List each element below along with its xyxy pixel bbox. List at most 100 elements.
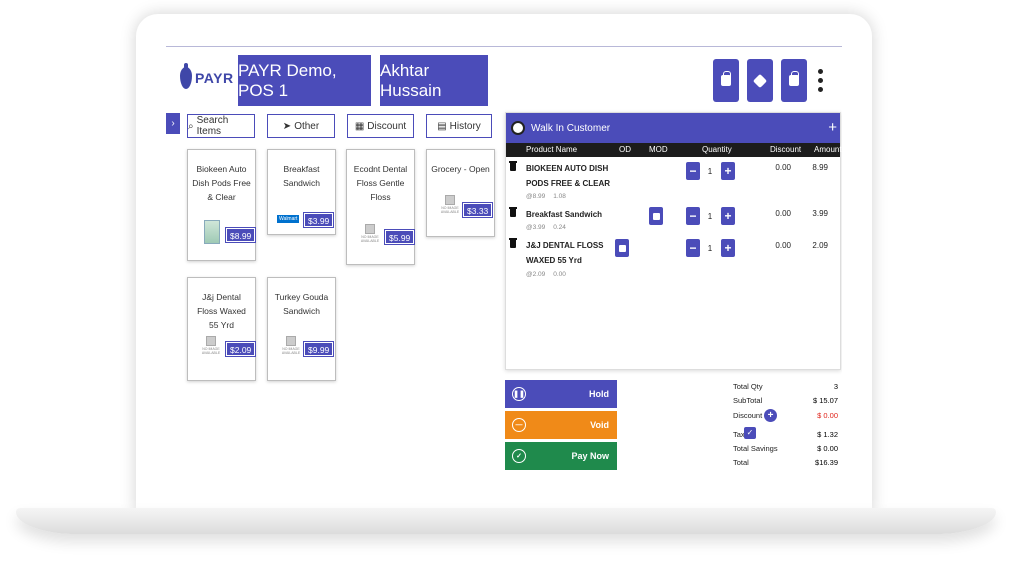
- order-discount-button[interactable]: [615, 239, 629, 257]
- qty-increase-button[interactable]: +: [721, 162, 735, 180]
- trash-icon[interactable]: [509, 207, 517, 217]
- tag-icon: [752, 73, 768, 88]
- col-mod: MOD: [649, 145, 668, 154]
- no-image-placeholder: NO IMAGE AVAILABLE: [200, 336, 222, 355]
- history-button[interactable]: ▤ History: [426, 114, 492, 138]
- product-image: [204, 220, 220, 244]
- image-placeholder-icon: [286, 336, 296, 346]
- total-qty-label: Total Qty: [733, 382, 763, 391]
- pause-icon: ❚❚: [512, 387, 526, 401]
- basket-icon: [652, 212, 660, 220]
- item-discount: 0.00: [775, 209, 791, 218]
- search-items-label: Search Items: [196, 115, 229, 137]
- bag-icon: [618, 244, 626, 252]
- lock-button[interactable]: [781, 59, 807, 102]
- item-tax: 0.00: [553, 271, 566, 278]
- image-placeholder-icon: [365, 224, 375, 234]
- subtotal-label: SubTotal: [733, 396, 763, 405]
- product-name: Turkey Gouda Sandwich: [274, 292, 329, 316]
- product-name: Biokeen Auto Dish Pods Free & Clear: [192, 164, 251, 202]
- cart-row: Breakfast Sandwich @3.99 0.24 − 1 + 0.00 …: [506, 207, 842, 237]
- product-price: $5.99: [383, 229, 416, 245]
- product-price: $3.99: [302, 212, 335, 228]
- unit-price: @8.99: [526, 193, 546, 200]
- cart-item-meta: @2.09 0.00: [526, 271, 574, 278]
- no-image-placeholder: NO IMAGE AVAILABLE: [359, 224, 381, 243]
- store-label[interactable]: PAYR Demo, POS 1: [238, 55, 371, 106]
- cart-item-name: J&J DENTAL FLOSS WAXED 55 Yrd: [526, 241, 604, 265]
- check-circle-icon: ✓: [512, 449, 526, 463]
- modifier-button[interactable]: [649, 207, 663, 225]
- item-amount: 2.09: [812, 241, 828, 250]
- chevron-right-icon: ›: [171, 118, 175, 129]
- other-button[interactable]: ➤ Other: [267, 114, 335, 138]
- item-discount: 0.00: [775, 163, 791, 172]
- search-items-button[interactable]: ⌕ Search Items: [187, 114, 255, 138]
- product-name: Ecodnt Dental Floss Gentle Floss: [353, 164, 408, 202]
- product-card[interactable]: Biokeen Auto Dish Pods Free & Clear $8.9…: [187, 149, 257, 261]
- tags-button[interactable]: [747, 59, 773, 102]
- expand-panel-button[interactable]: ›: [166, 113, 180, 134]
- customer-bar[interactable]: Walk In Customer +: [506, 113, 840, 143]
- pos-screen: PAYR PAYR Demo, POS 1 Akhtar Hussain › ⌕…: [166, 46, 842, 476]
- pay-now-button[interactable]: ✓ Pay Now: [505, 442, 617, 470]
- item-tax: 1.08: [553, 193, 566, 200]
- discount-icon: ▦: [354, 120, 365, 132]
- tax-value: $ 1.32: [817, 430, 838, 439]
- trash-icon[interactable]: [509, 161, 517, 171]
- trash-icon[interactable]: [509, 238, 517, 248]
- image-placeholder-icon: [206, 336, 216, 346]
- col-quantity: Quantity: [702, 145, 732, 154]
- add-discount-button[interactable]: +: [764, 409, 777, 422]
- laptop-base: [16, 508, 996, 534]
- shopping-bag-button[interactable]: [713, 59, 739, 102]
- product-card[interactable]: Turkey Gouda Sandwich NO IMAGE AVAILABLE…: [267, 277, 336, 381]
- qty-decrease-button[interactable]: −: [686, 162, 700, 180]
- void-button[interactable]: — Void: [505, 411, 617, 439]
- lock-icon: [789, 71, 799, 86]
- no-image-text: NO IMAGE AVAILABLE: [281, 347, 301, 355]
- walmart-logo: Walmart: [277, 215, 300, 223]
- product-card[interactable]: Breakfast Sandwich Walmart $3.99: [267, 149, 336, 235]
- pay-now-label: Pay Now: [571, 451, 609, 461]
- grand-total-label: Total: [733, 458, 749, 467]
- add-customer-icon[interactable]: +: [828, 119, 837, 136]
- item-amount: 8.99: [812, 163, 828, 172]
- qty-decrease-button[interactable]: −: [686, 239, 700, 257]
- product-card[interactable]: J&j Dental Floss Waxed 55 Yrd NO IMAGE A…: [187, 277, 257, 381]
- cart-item-name: BIOKEEN AUTO DISH PODS FREE & CLEAR: [526, 164, 611, 188]
- col-amount: Amount: [814, 145, 842, 154]
- product-card[interactable]: Grocery - Open NO IMAGE AVAILABLE $3.33: [426, 149, 495, 237]
- total-savings-label: Total Savings: [733, 444, 778, 453]
- qty-value: 1: [707, 212, 713, 221]
- user-label[interactable]: Akhtar Hussain: [380, 55, 488, 106]
- tax-label: Tax: [733, 430, 745, 439]
- product-name: Breakfast Sandwich: [283, 164, 320, 188]
- col-product-name: Product Name: [526, 145, 578, 154]
- tax-checkbox[interactable]: ✓: [744, 427, 756, 439]
- logo-text: PAYR: [195, 70, 234, 86]
- product-card[interactable]: Ecodnt Dental Floss Gentle Floss NO IMAG…: [346, 149, 416, 265]
- product-price: $8.99: [224, 227, 257, 243]
- qty-value: 1: [707, 244, 713, 253]
- cart-column-headers: Product Name OD MOD Quantity Discount Am…: [506, 143, 842, 157]
- discount-button[interactable]: ▦ Discount: [347, 114, 414, 138]
- history-label: History: [449, 120, 481, 132]
- discount-label: Discount: [367, 120, 407, 132]
- qty-increase-button[interactable]: +: [721, 239, 735, 257]
- qty-value: 1: [707, 167, 713, 176]
- unit-price: @3.99: [526, 224, 546, 231]
- other-label: Other: [294, 120, 320, 132]
- discount-total-value: $ 0.00: [817, 411, 838, 420]
- search-icon: ⌕: [188, 120, 194, 132]
- qty-decrease-button[interactable]: −: [686, 207, 700, 225]
- cart-item-name: Breakfast Sandwich: [526, 210, 603, 219]
- qty-increase-button[interactable]: +: [721, 207, 735, 225]
- hold-button[interactable]: ❚❚ Hold: [505, 380, 617, 408]
- more-vertical-icon[interactable]: [818, 69, 823, 92]
- item-discount: 0.00: [775, 241, 791, 250]
- grand-total-value: $16.39: [815, 458, 838, 467]
- cart-row: BIOKEEN AUTO DISH PODS FREE & CLEAR @8.9…: [506, 161, 842, 201]
- item-amount: 3.99: [812, 209, 828, 218]
- customer-avatar-icon: [511, 121, 525, 135]
